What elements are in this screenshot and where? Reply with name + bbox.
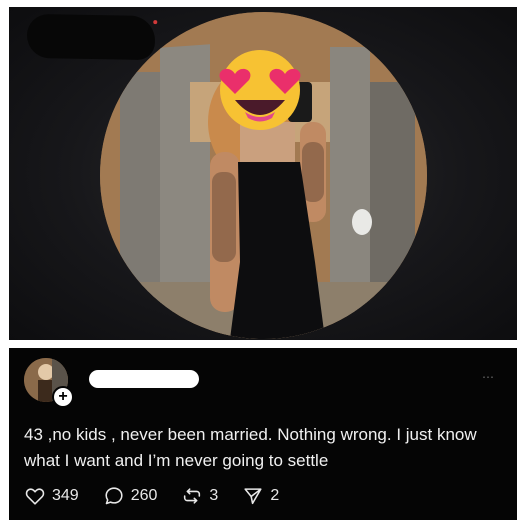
notification-dot	[153, 20, 158, 25]
post-text: 43 ,no kids , never been married. Nothin…	[24, 425, 477, 470]
reply-count: 260	[130, 487, 158, 504]
like-count: 349	[52, 487, 79, 504]
more-options-icon[interactable]: ⋯	[482, 370, 495, 384]
post-card: + ⋯ 43 ,no kids , never been married. No…	[9, 348, 517, 520]
repost-button[interactable]: 3	[181, 485, 218, 507]
profile-image-card	[9, 7, 517, 340]
send-icon	[244, 488, 262, 505]
reply-button[interactable]: 260	[103, 485, 158, 507]
comment-icon	[105, 487, 123, 505]
follow-plus-icon[interactable]: +	[52, 386, 74, 408]
profile-photo-illustration	[100, 12, 427, 339]
share-button[interactable]: 2	[242, 485, 279, 507]
share-count: 2	[270, 487, 280, 504]
redacted-username[interactable]	[89, 370, 199, 388]
like-button[interactable]: 349	[24, 485, 79, 507]
post-actions: 349 260 3 2	[24, 484, 303, 508]
redacted-name-top	[26, 13, 158, 61]
repost-count: 3	[209, 487, 219, 504]
repost-icon	[184, 488, 201, 504]
profile-photo[interactable]	[100, 12, 427, 339]
heart-icon	[25, 488, 45, 505]
